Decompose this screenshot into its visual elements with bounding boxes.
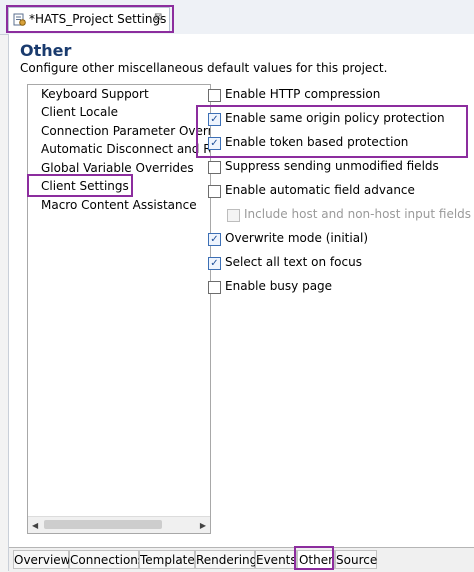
nav-item-automatic-disconnect[interactable]: Automatic Disconnect and Re — [41, 140, 210, 158]
tab-template[interactable]: Template — [139, 550, 195, 569]
tab-events[interactable]: Events — [255, 550, 297, 569]
option-label: Select all text on focus — [225, 255, 362, 269]
checkbox-same-origin-policy[interactable]: ✓ — [208, 113, 221, 126]
editor-tab-title: *HATS_Project Settings — [29, 12, 167, 26]
checkbox-auto-field-advance[interactable] — [208, 185, 221, 198]
nav-item-macro-content-assistance[interactable]: Macro Content Assistance — [41, 196, 197, 214]
page-description: Configure other miscellaneous default va… — [20, 61, 388, 75]
option-label: Include host and non-host input fields — [244, 207, 472, 221]
tab-rendering[interactable]: Rendering — [195, 550, 257, 569]
tab-other[interactable]: Other — [297, 550, 335, 569]
nav-item-keyboard-support[interactable]: Keyboard Support — [41, 85, 149, 103]
nav-item-connection-parameter-overrides[interactable]: Connection Parameter Overric — [41, 122, 210, 140]
category-list[interactable]: Keyboard Support Client Locale Connectio… — [27, 84, 211, 534]
option-label: Suppress sending unmodified fields — [225, 159, 439, 173]
checkbox-busy-page[interactable] — [208, 281, 221, 294]
editor-tab[interactable]: *HATS_Project Settings ⊠ — [8, 7, 170, 32]
settings-file-icon — [13, 13, 26, 26]
scroll-right-icon[interactable]: ▶ — [200, 521, 206, 530]
option-label: Enable automatic field advance — [225, 183, 415, 197]
nav-horizontal-scrollbar[interactable]: ◀ ▶ — [28, 516, 210, 533]
scroll-thumb[interactable] — [44, 520, 162, 529]
tab-connections[interactable]: Connections — [69, 550, 144, 569]
checkbox-token-protection[interactable]: ✓ — [208, 137, 221, 150]
close-icon[interactable]: ⊠ — [154, 12, 162, 23]
page-title: Other — [20, 41, 72, 60]
checkbox-suppress-unmodified[interactable] — [208, 161, 221, 174]
editor-tab-bar: *HATS_Project Settings ⊠ — [0, 0, 474, 35]
option-label: Enable token based protection — [225, 135, 409, 149]
tab-overview[interactable]: Overview — [13, 550, 71, 569]
checkbox-include-host-fields — [227, 209, 240, 222]
option-label: Enable HTTP compression — [225, 87, 381, 101]
scroll-left-icon[interactable]: ◀ — [32, 521, 38, 530]
option-label: Enable busy page — [225, 279, 333, 293]
checkbox-overwrite-mode[interactable]: ✓ — [208, 233, 221, 246]
editor-page-tabs: Overview Connections Template Rendering … — [9, 547, 474, 572]
option-label: Overwrite mode (initial) — [225, 231, 369, 245]
nav-item-client-settings[interactable]: Client Settings — [41, 177, 129, 195]
option-label: Enable same origin policy protection — [225, 111, 445, 125]
checkbox-select-all-text[interactable]: ✓ — [208, 257, 221, 270]
checkbox-http-compression[interactable] — [208, 89, 221, 102]
nav-item-global-variable-overrides[interactable]: Global Variable Overrides — [41, 159, 194, 177]
nav-item-client-locale[interactable]: Client Locale — [41, 103, 118, 121]
settings-page: Other Configure other miscellaneous defa… — [8, 34, 474, 572]
tab-source[interactable]: Source — [335, 550, 377, 569]
